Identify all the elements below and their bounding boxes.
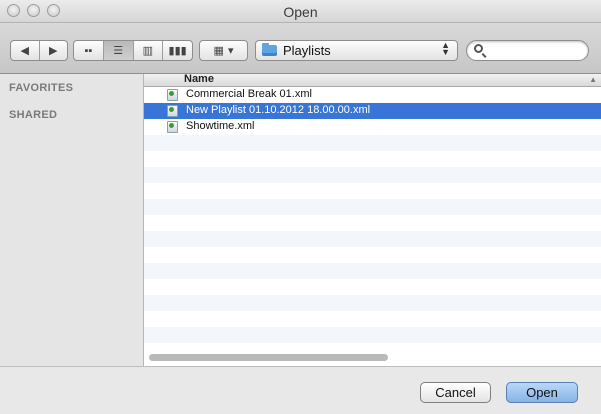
sidebar-section-shared: SHARED [9,109,58,121]
empty-row [144,151,601,167]
folder-icon [262,43,277,56]
open-button[interactable]: Open [506,382,578,403]
file-row-selected[interactable]: New Playlist 01.10.2012 18.00.00.xml [144,103,601,119]
button-bar: Cancel Open [0,366,601,414]
toolbar: ◀ ▶ ▪▪ ☰ ▥ ▮▮▮ ▦ ▾ Playlists ▲ ▼ [0,23,601,74]
cover-flow-icon: ▮▮▮ [168,45,187,57]
file-row[interactable]: Commercial Break 01.xml [144,87,601,103]
xml-file-icon [167,105,178,117]
sidebar: FAVORITES SHARED [0,74,144,366]
horizontal-scrollbar[interactable] [149,354,388,361]
open-dialog: Open ◀ ▶ ▪▪ ☰ ▥ ▮▮▮ ▦ ▾ Playlists ▲ ▼ FA… [0,0,601,414]
window-title: Open [283,4,318,20]
forward-button[interactable]: ▶ [40,41,68,60]
column-view-button[interactable]: ▥ [134,41,164,60]
up-down-arrows-icon: ▲ ▼ [441,40,450,57]
empty-row [144,263,601,279]
search-icon [474,44,483,53]
xml-file-icon [167,89,178,101]
empty-row [144,279,601,295]
empty-row [144,247,601,263]
search-field[interactable] [466,40,589,61]
sidebar-section-favorites: FAVORITES [9,82,74,94]
name-column-label: Name [184,74,214,85]
empty-row [144,135,601,151]
file-name: Showtime.xml [186,120,255,132]
title-bar: Open [0,0,601,23]
grid-arrange-icon: ▦ [213,45,224,57]
column-view-icon: ▥ [142,45,154,57]
empty-row [144,167,601,183]
icon-view-icon: ▪▪ [84,44,93,57]
empty-row [144,327,601,343]
file-name: New Playlist 01.10.2012 18.00.00.xml [186,104,371,116]
xml-file-icon [167,121,178,133]
search-input[interactable] [487,42,587,61]
back-button[interactable]: ◀ [11,41,40,60]
name-column-header[interactable]: Name ▲ [144,74,601,87]
empty-row [144,231,601,247]
empty-row [144,295,601,311]
cancel-button[interactable]: Cancel [420,382,491,403]
file-rows: Commercial Break 01.xml New Playlist 01.… [144,87,601,359]
arrange-menu-button[interactable]: ▦ ▾ [199,40,248,61]
sort-ascending-icon: ▲ [589,75,597,84]
empty-row [144,215,601,231]
file-list: Name ▲ Commercial Break 01.xml New Playl… [144,74,601,366]
list-view-button[interactable]: ☰ [103,41,134,60]
icon-view-button[interactable]: ▪▪ [74,41,104,60]
empty-row [144,183,601,199]
location-popup[interactable]: Playlists ▲ ▼ [255,40,458,61]
empty-row [144,199,601,215]
navigation-control: ◀ ▶ [10,40,68,61]
forward-arrow-icon: ▶ [49,45,58,57]
back-arrow-icon: ◀ [20,45,29,57]
location-label: Playlists [283,43,331,58]
list-view-icon: ☰ [113,45,124,57]
chevron-down-icon: ▾ [227,45,234,57]
file-name: Commercial Break 01.xml [186,88,312,100]
empty-row [144,311,601,327]
cover-flow-view-button[interactable]: ▮▮▮ [163,41,192,60]
view-mode-control: ▪▪ ☰ ▥ ▮▮▮ [73,40,193,61]
file-row[interactable]: Showtime.xml [144,119,601,135]
